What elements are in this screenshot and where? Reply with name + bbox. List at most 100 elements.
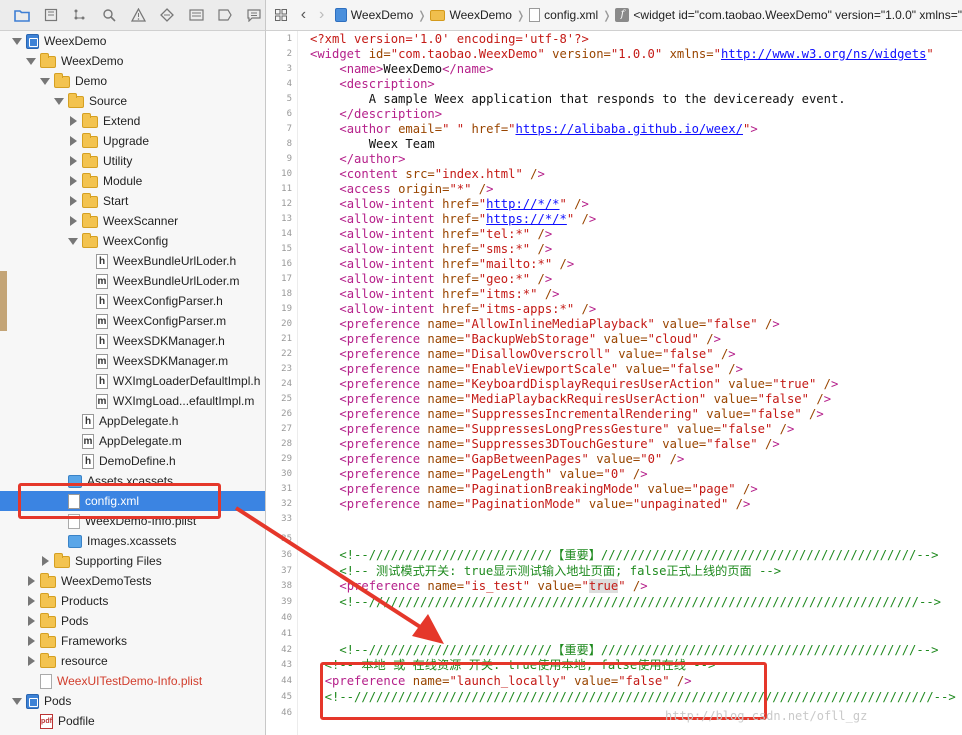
code-line[interactable]: <preference name="BackupWebStorage" valu… [310, 332, 721, 347]
disclosure-right-icon[interactable] [68, 176, 78, 186]
tree-item[interactable]: WXImgLoad...efaultImpl.m [0, 391, 265, 411]
back-arrow-icon[interactable]: ‹ [294, 4, 312, 26]
disclosure-right-icon[interactable] [68, 196, 78, 206]
code-line[interactable]: <allow-intent href="http://*/*" /> [310, 197, 589, 212]
code-line[interactable]: <!--/////////////////////////【重要】///////… [310, 643, 938, 658]
code-line[interactable]: <name>WeexDemo</name> [310, 62, 493, 77]
code-line[interactable]: A sample Weex application that responds … [310, 92, 846, 107]
code-line[interactable]: <!--/////////////////////////【重要】///////… [310, 548, 938, 563]
search-icon[interactable] [101, 7, 117, 23]
tree-item[interactable]: WeexSDKManager.h [0, 331, 265, 351]
disclosure-down-icon[interactable] [12, 36, 22, 46]
code-line[interactable]: <preference name="PaginationBreakingMode… [310, 482, 757, 497]
code-line[interactable]: <preference name="PageLength" value="0" … [310, 467, 647, 482]
disclosure-down-icon[interactable] [40, 76, 50, 86]
tree-item[interactable]: WeexUITestDemo-Info.plist [0, 671, 265, 691]
tree-item[interactable]: DemoDefine.h [0, 451, 265, 471]
code-line[interactable]: <allow-intent href="tel:*" /> [310, 227, 552, 242]
report-icon[interactable] [246, 7, 262, 23]
tree-item[interactable]: Utility [0, 151, 265, 171]
warning-icon[interactable] [130, 7, 146, 23]
code-line[interactable]: </description> [310, 107, 442, 122]
tree-item[interactable]: Source [0, 91, 265, 111]
disclosure-right-icon[interactable] [26, 636, 36, 646]
hierarchy-icon[interactable] [72, 7, 88, 23]
tree-item[interactable]: WXImgLoaderDefaultImpl.h [0, 371, 265, 391]
tree-item[interactable]: Start [0, 191, 265, 211]
code-line[interactable]: <author email=" " href="https://alibaba.… [310, 122, 757, 137]
code-line[interactable]: <preference name="KeyboardDisplayRequire… [310, 377, 838, 392]
code-line[interactable]: <preference name="SuppressesIncrementalR… [310, 407, 823, 422]
code-line[interactable]: <preference name="GapBetweenPages" value… [310, 452, 684, 467]
code-line[interactable]: <preference name="SuppressesLongPressGes… [310, 422, 794, 437]
tree-item[interactable]: WeexDemo [0, 31, 265, 51]
code-line[interactable]: <description> [310, 77, 434, 92]
disclosure-right-icon[interactable] [40, 556, 50, 566]
tree-item[interactable]: WeexConfig [0, 231, 265, 251]
breadcrumb-group[interactable]: WeexDemo [430, 8, 512, 22]
tree-item[interactable]: Podfile [0, 711, 265, 731]
tree-item[interactable]: Pods [0, 611, 265, 631]
tree-item[interactable]: Images.xcassets [0, 531, 265, 551]
tree-item[interactable]: WeexConfigParser.m [0, 311, 265, 331]
code-line[interactable]: <access origin="*" /> [310, 182, 493, 197]
tree-item[interactable]: Frameworks [0, 631, 265, 651]
code-line[interactable]: <preference name="AllowInlineMediaPlayba… [310, 317, 779, 332]
code-line[interactable]: <allow-intent href="geo:*" /> [310, 272, 552, 287]
tree-item[interactable]: WeexDemoTests [0, 571, 265, 591]
code-line[interactable]: <preference name="Suppresses3DTouchGestu… [310, 437, 779, 452]
disclosure-right-icon[interactable] [26, 576, 36, 586]
disclosure-down-icon[interactable] [12, 696, 22, 706]
code-line[interactable]: <!--////////////////////////////////////… [310, 595, 941, 610]
test-icon[interactable] [159, 7, 175, 23]
code-line[interactable]: <content src="index.html" /> [310, 167, 545, 182]
disclosure-right-icon[interactable] [68, 156, 78, 166]
breakpoint-icon[interactable] [217, 7, 233, 23]
code-line[interactable]: <allow-intent href="itms-apps:*" /> [310, 302, 596, 317]
disclosure-right-icon[interactable] [68, 116, 78, 126]
code-line[interactable]: Weex Team [310, 137, 435, 152]
tree-item[interactable]: Products [0, 591, 265, 611]
disclosure-right-icon[interactable] [68, 136, 78, 146]
tree-item[interactable]: Pods [0, 691, 265, 711]
breadcrumb-symbol[interactable]: f <widget id="com.taobao.WeexDemo" versi… [615, 8, 962, 22]
code-line[interactable]: <?xml version='1.0' encoding='utf-8'?> [310, 32, 589, 47]
code-line[interactable]: <preference name="DisallowOverscroll" va… [310, 347, 735, 362]
code-line[interactable]: <!-- 测试模式开关: true显示测试输入地址页面; false正式上线的页… [310, 564, 781, 579]
tree-item[interactable]: WeexBundleUrlLoder.h [0, 251, 265, 271]
disclosure-right-icon[interactable] [68, 216, 78, 226]
tree-item[interactable]: WeexScanner [0, 211, 265, 231]
disclosure-down-icon[interactable] [68, 236, 78, 246]
code-line[interactable]: <preference name="EnableViewportScale" v… [310, 362, 743, 377]
disclosure-right-icon[interactable] [26, 656, 36, 666]
tree-item[interactable]: Supporting Files [0, 551, 265, 571]
disclosure-down-icon[interactable] [26, 56, 36, 66]
code-line[interactable]: <preference name="MediaPlaybackRequiresU… [310, 392, 831, 407]
tree-item[interactable]: WeexBundleUrlLoder.m [0, 271, 265, 291]
tree-item[interactable]: WeexConfigParser.h [0, 291, 265, 311]
code-line[interactable]: </author> [310, 152, 405, 167]
disclosure-right-icon[interactable] [26, 616, 36, 626]
source-editor[interactable]: 1 2 3 4 5 6 7 8 9 10 11 12 13 14 15 16 17 18 19 20 21 22 23 24 2… [266, 31, 962, 735]
debug-icon[interactable] [188, 7, 204, 23]
tree-item[interactable]: WeexSDKManager.m [0, 351, 265, 371]
code-line[interactable]: <preference name="PaginationMode" value=… [310, 497, 750, 512]
code-line[interactable]: <allow-intent href="https://*/*" /> [310, 212, 596, 227]
tree-item[interactable]: Extend [0, 111, 265, 131]
tree-item[interactable]: Module [0, 171, 265, 191]
tree-item[interactable]: AppDelegate.m [0, 431, 265, 451]
breadcrumb-file[interactable]: config.xml [529, 8, 598, 22]
tree-item[interactable]: WeexDemo [0, 51, 265, 71]
code-line[interactable]: <allow-intent href="itms:*" /> [310, 287, 559, 302]
source-control-icon[interactable] [43, 7, 59, 23]
disclosure-right-icon[interactable] [26, 596, 36, 606]
code-line[interactable]: <allow-intent href="sms:*" /> [310, 242, 552, 257]
code-line[interactable]: <preference name="is_test" value="true" … [310, 579, 648, 594]
code-line[interactable]: <widget id="com.taobao.WeexDemo" version… [310, 47, 934, 62]
disclosure-down-icon[interactable] [54, 96, 64, 106]
tree-item[interactable]: resource [0, 651, 265, 671]
folder-icon[interactable] [14, 7, 30, 23]
breadcrumb-project[interactable]: WeexDemo [334, 8, 413, 22]
code-line[interactable]: <allow-intent href="mailto:*" /> [310, 257, 574, 272]
related-items-icon[interactable] [272, 4, 290, 26]
